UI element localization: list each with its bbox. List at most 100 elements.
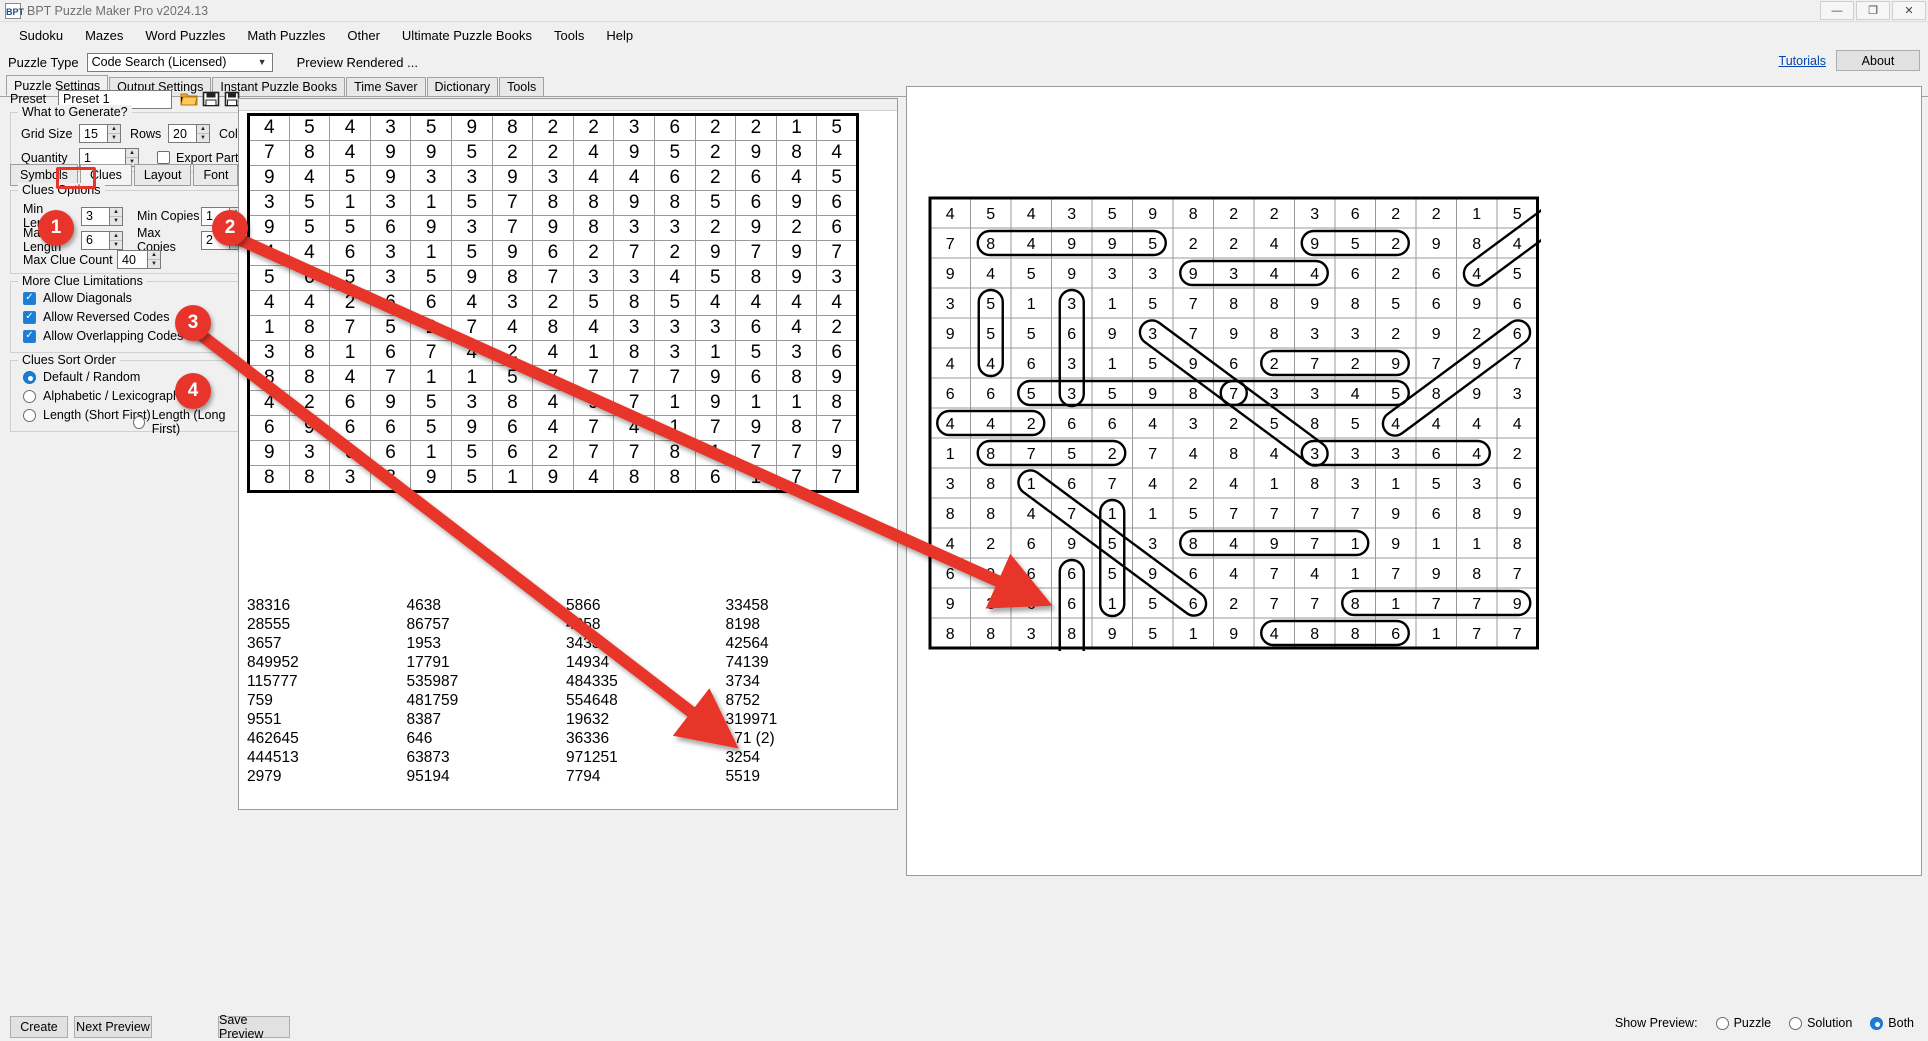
puzzle-grid-cell[interactable]: 9 [289,416,330,441]
puzzle-grid-cell[interactable]: 4 [451,341,492,366]
puzzle-grid-cell[interactable]: 7 [573,416,614,441]
puzzle-grid-cell[interactable]: 7 [695,416,736,441]
puzzle-grid-cell[interactable]: 8 [289,366,330,391]
puzzle-grid-cell[interactable]: 6 [492,416,533,441]
menu-item-tools[interactable]: Tools [543,24,595,47]
puzzle-grid-cell[interactable]: 1 [492,466,533,492]
puzzle-grid-cell[interactable]: 1 [695,441,736,466]
puzzle-grid-cell[interactable]: 5 [411,391,452,416]
radio-show-solution[interactable]: Solution [1789,1016,1852,1030]
puzzle-grid-cell[interactable]: 8 [776,366,817,391]
puzzle-grid-cell[interactable]: 7 [736,241,777,266]
puzzle-grid-cell[interactable]: 5 [695,266,736,291]
puzzle-grid-cell[interactable]: 5 [451,441,492,466]
puzzle-grid-cell[interactable]: 9 [451,266,492,291]
puzzle-grid-cell[interactable]: 5 [492,366,533,391]
puzzle-grid-cell[interactable]: 4 [573,466,614,492]
puzzle-grid-cell[interactable]: 4 [654,266,695,291]
puzzle-grid-cell[interactable]: 5 [451,241,492,266]
puzzle-grid-cell[interactable]: 9 [492,241,533,266]
puzzle-grid-cell[interactable]: 9 [695,241,736,266]
puzzle-grid-cell[interactable]: 9 [370,166,411,191]
menu-item-math-puzzles[interactable]: Math Puzzles [236,24,336,47]
puzzle-grid-cell[interactable]: 4 [492,316,533,341]
puzzle-grid-cell[interactable]: 7 [533,366,574,391]
puzzle-grid-cell[interactable]: 5 [411,416,452,441]
puzzle-grid-cell[interactable]: 2 [533,141,574,166]
puzzle-grid-cell[interactable]: 7 [492,191,533,216]
puzzle-grid-cell[interactable]: 8 [654,191,695,216]
tab-time-saver[interactable]: Time Saver [346,77,425,96]
radio-show-both[interactable]: Both [1870,1016,1914,1030]
close-button[interactable]: ✕ [1892,1,1926,20]
grid-size-stepper[interactable]: 15 ▲▼ [79,124,121,143]
puzzle-grid-cell[interactable]: 3 [370,241,411,266]
puzzle-grid-cell[interactable]: 3 [330,466,371,492]
puzzle-grid-cell[interactable]: 5 [695,191,736,216]
puzzle-grid-cell[interactable]: 9 [817,366,858,391]
puzzle-grid-cell[interactable]: 8 [776,416,817,441]
puzzle-grid-cell[interactable]: 3 [289,441,330,466]
puzzle-grid-cell[interactable]: 3 [695,316,736,341]
max-length-spin-buttons[interactable]: ▲▼ [109,231,123,250]
puzzle-grid-cell[interactable]: 6 [330,391,371,416]
puzzle-grid-cell[interactable]: 5 [817,166,858,191]
min-copies-stepper[interactable]: 1 ▲▼ [201,207,243,226]
puzzle-grid-cell[interactable]: 8 [614,291,655,316]
checkbox-allow-diagonals[interactable]: ✓ Allow Diagonals [23,291,132,305]
puzzle-grid-cell[interactable]: 2 [492,341,533,366]
puzzle-grid-cell[interactable]: 6 [736,366,777,391]
puzzle-grid-cell[interactable]: 6 [533,241,574,266]
puzzle-grid-cell[interactable]: 8 [614,341,655,366]
menu-item-other[interactable]: Other [336,24,391,47]
puzzle-grid-cell[interactable]: 6 [370,216,411,241]
puzzle-grid-cell[interactable]: 6 [492,441,533,466]
puzzle-grid-cell[interactable]: 6 [736,191,777,216]
puzzle-grid-cell[interactable]: 3 [249,191,290,216]
rows-value[interactable]: 20 [168,124,196,143]
puzzle-grid-cell[interactable]: 7 [451,316,492,341]
puzzle-grid-cell[interactable]: 9 [614,141,655,166]
puzzle-grid-cell[interactable]: 9 [533,216,574,241]
puzzle-grid-cell[interactable]: 8 [370,466,411,492]
puzzle-grid-cell[interactable]: 2 [654,241,695,266]
folder-open-icon[interactable] [178,88,200,110]
puzzle-grid-cell[interactable]: 5 [330,216,371,241]
puzzle-grid-cell[interactable]: 5 [249,266,290,291]
puzzle-grid-cell[interactable]: 4 [817,291,858,316]
puzzle-grid-cell[interactable]: 3 [451,166,492,191]
puzzle-grid-cell[interactable]: 8 [817,391,858,416]
puzzle-grid-cell[interactable]: 4 [533,341,574,366]
puzzle-grid-cell[interactable]: 4 [330,115,371,141]
puzzle-grid[interactable]: 4543598223622157849952249529849459339344… [247,113,859,493]
puzzle-grid-cell[interactable]: 9 [451,416,492,441]
puzzle-grid-cell[interactable]: 3 [654,341,695,366]
menu-item-help[interactable]: Help [595,24,644,47]
puzzle-grid-cell[interactable]: 6 [289,266,330,291]
puzzle-grid-cell[interactable]: 5 [330,266,371,291]
puzzle-grid-cell[interactable]: 1 [411,191,452,216]
puzzle-grid-cell[interactable]: 6 [817,341,858,366]
puzzle-grid-cell[interactable]: 9 [776,266,817,291]
min-copies-value[interactable]: 1 [201,207,229,226]
tab-tools[interactable]: Tools [499,77,544,96]
radio-length-long-first[interactable]: Length (Long First) [133,408,245,436]
puzzle-grid-cell[interactable]: 3 [451,391,492,416]
puzzle-grid-cell[interactable]: 4 [330,141,371,166]
puzzle-grid-cell[interactable]: 7 [817,241,858,266]
puzzle-grid-cell[interactable]: 9 [492,166,533,191]
checkbox-allow-reversed-codes[interactable]: ✓ Allow Reversed Codes [23,310,169,324]
puzzle-grid-cell[interactable]: 5 [451,191,492,216]
puzzle-grid-cell[interactable]: 6 [370,291,411,316]
puzzle-grid-cell[interactable]: 5 [654,291,695,316]
puzzle-grid-cell[interactable]: 3 [614,216,655,241]
puzzle-grid-cell[interactable]: 5 [330,166,371,191]
checkbox-allow-overlapping-codes[interactable]: ✓ Allow Overlapping Codes [23,329,183,343]
puzzle-grid-cell[interactable]: 4 [736,291,777,316]
puzzle-grid-cell[interactable]: 7 [817,416,858,441]
puzzle-grid-cell[interactable]: 4 [776,166,817,191]
puzzle-grid-cell[interactable]: 9 [370,141,411,166]
puzzle-grid-cell[interactable]: 8 [573,191,614,216]
max-length-stepper[interactable]: 6 ▲▼ [81,231,123,250]
puzzle-grid-cell[interactable]: 4 [249,241,290,266]
